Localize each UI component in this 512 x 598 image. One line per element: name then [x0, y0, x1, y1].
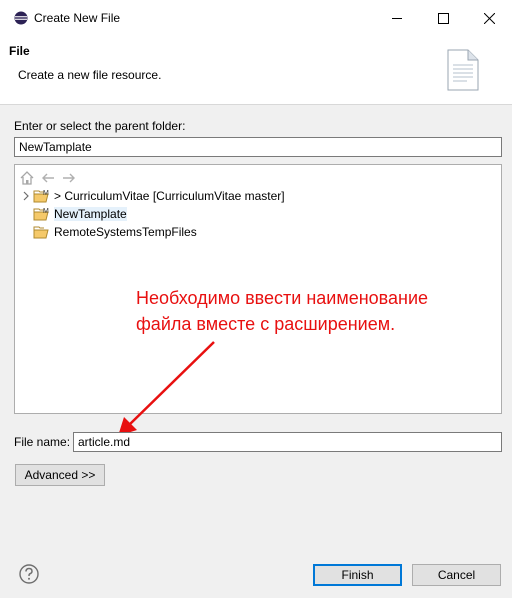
tree-toolbar — [19, 169, 77, 187]
help-icon[interactable] — [19, 564, 39, 584]
wizard-header: File Create a new file resource. — [0, 36, 512, 105]
back-icon[interactable] — [40, 170, 56, 186]
git-project-icon: M — [33, 188, 51, 204]
chevron-right-icon[interactable] — [19, 191, 33, 201]
window-title: Create New File — [34, 11, 121, 25]
folder-icon — [33, 224, 51, 240]
page-subtitle: Create a new file resource. — [18, 68, 162, 82]
tree-item-label: NewTamplate — [54, 207, 127, 221]
close-icon — [483, 12, 495, 24]
maximize-button[interactable] — [420, 0, 466, 36]
close-button[interactable] — [466, 0, 512, 36]
tree-item-label: > CurriculumVitae [CurriculumVitae maste… — [54, 189, 285, 203]
minimize-button[interactable] — [374, 0, 420, 36]
finish-button[interactable]: Finish — [313, 564, 402, 586]
advanced-button[interactable]: Advanced >> — [15, 464, 105, 486]
file-name-label: File name: — [14, 435, 71, 449]
annotation-text: Необходимо ввести наименование файла вме… — [136, 288, 429, 334]
svg-text:M: M — [43, 208, 49, 215]
page-title: File — [9, 44, 30, 58]
title-bar: Create New File — [0, 0, 512, 36]
svg-text:M: M — [43, 190, 49, 197]
tree-item-label: RemoteSystemsTempFiles — [54, 225, 197, 239]
home-icon[interactable] — [19, 170, 35, 186]
tree-item-newtamplate[interactable]: M NewTamplate — [33, 205, 127, 223]
forward-icon[interactable] — [61, 170, 77, 186]
eclipse-icon — [14, 11, 28, 25]
tree-item-remotesystemstempfiles[interactable]: RemoteSystemsTempFiles — [33, 223, 197, 241]
parent-folder-input[interactable] — [14, 137, 502, 157]
cancel-button[interactable]: Cancel — [412, 564, 501, 586]
parent-folder-label: Enter or select the parent folder: — [14, 119, 186, 133]
file-name-input[interactable] — [73, 432, 502, 452]
file-icon — [447, 49, 479, 91]
maximize-icon — [437, 12, 449, 24]
project-icon: M — [33, 206, 51, 222]
minimize-icon — [391, 17, 402, 19]
tree-item-curriculumvitae[interactable]: M > CurriculumVitae [CurriculumVitae mas… — [19, 187, 285, 205]
